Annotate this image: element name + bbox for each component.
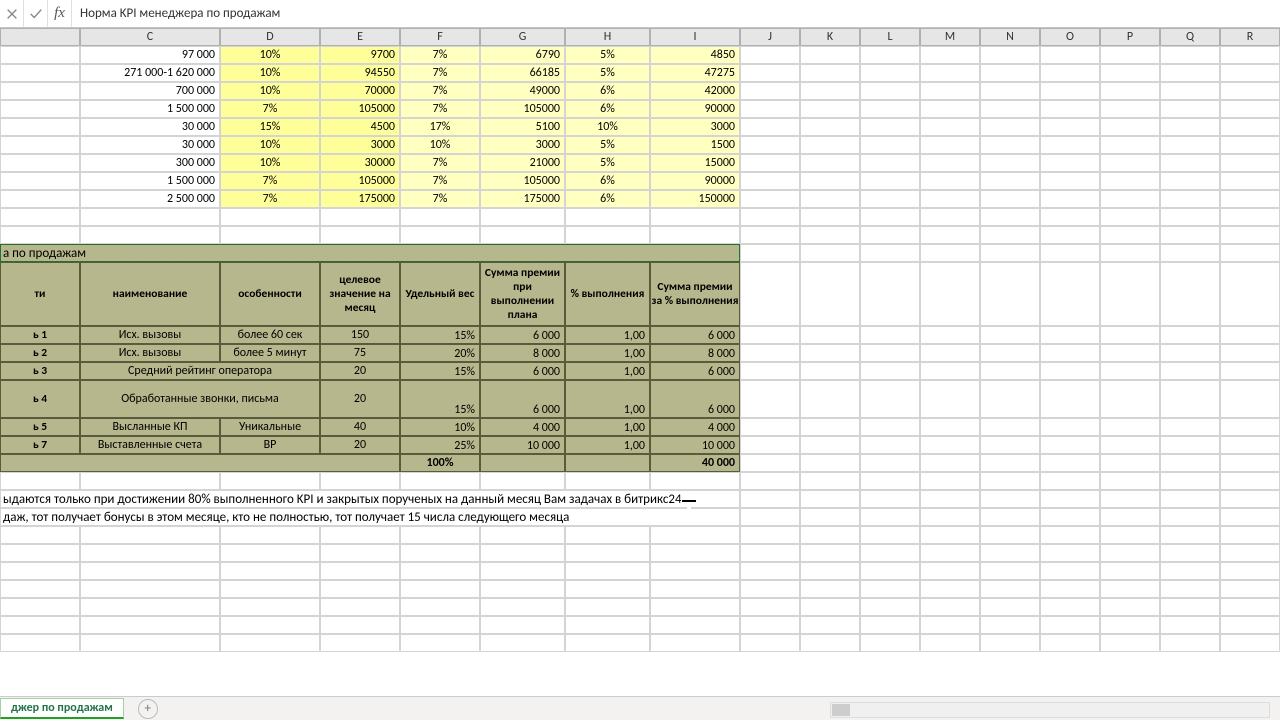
- horizontal-scrollbar[interactable]: [830, 702, 1270, 718]
- formula-bar: fx Норма KPI менеджера по продажам: [0, 0, 1280, 28]
- fx-icon[interactable]: fx: [48, 0, 72, 27]
- formula-input[interactable]: Норма KPI менеджера по продажам: [72, 6, 1280, 21]
- sheet-tab-bar: джер по продажам +: [0, 696, 1280, 720]
- kpi-header-row[interactable]: тинаименованиеособенностицелевое значени…: [0, 262, 1280, 326]
- spreadsheet-area[interactable]: CDEFGHIJKLMNOPQR97 00010%97007%67905%485…: [0, 28, 1280, 652]
- note-row[interactable]: ыдаются только при достижении 80% выполн…: [0, 490, 1280, 508]
- kpi-title-row[interactable]: а по продажам: [0, 244, 1280, 262]
- kpi-row[interactable]: ь 1Исх. вызовыболее 60 сек15015%6 0001,0…: [0, 326, 1280, 344]
- column-headers[interactable]: CDEFGHIJKLMNOPQR: [0, 28, 1280, 46]
- kpi-row[interactable]: ь 7Выставленные счетаВР2025%10 0001,0010…: [0, 436, 1280, 454]
- kpi-row[interactable]: ь 5Высланные КПУникальные4010%4 0001,004…: [0, 418, 1280, 436]
- data-row[interactable]: 271 000-1 620 00010%945507%661855%47275: [0, 64, 1280, 82]
- kpi-row[interactable]: ь 2Исх. вызовыболее 5 минут7520%8 0001,0…: [0, 344, 1280, 362]
- kpi-total-row[interactable]: 100%40 000: [0, 454, 1280, 472]
- grid[interactable]: CDEFGHIJKLMNOPQR97 00010%97007%67905%485…: [0, 28, 1280, 652]
- kpi-row[interactable]: ь 4Обработанные звонки, письма2015%6 000…: [0, 380, 1280, 418]
- data-row[interactable]: 30 00010%300010%30005%1500: [0, 136, 1280, 154]
- data-row[interactable]: 300 00010%300007%210005%15000: [0, 154, 1280, 172]
- note-row[interactable]: даж, тот получает бонусы в этом месяце, …: [0, 508, 1280, 526]
- data-row[interactable]: 97 00010%97007%67905%4850: [0, 46, 1280, 64]
- data-row[interactable]: 2 500 0007%1750007%1750006%150000: [0, 190, 1280, 208]
- data-row[interactable]: 1 500 0007%1050007%1050006%90000: [0, 100, 1280, 118]
- sheet-tab-active[interactable]: джер по продажам: [0, 698, 124, 719]
- add-sheet-icon[interactable]: +: [138, 699, 158, 719]
- data-row[interactable]: 30 00015%450017%510010%3000: [0, 118, 1280, 136]
- data-row[interactable]: 700 00010%700007%490006%42000: [0, 82, 1280, 100]
- kpi-row[interactable]: ь 3Средний рейтинг оператора2015%6 0001,…: [0, 362, 1280, 380]
- data-row[interactable]: 1 500 0007%1050007%1050006%90000: [0, 172, 1280, 190]
- formula-accept-icon[interactable]: [24, 0, 48, 27]
- formula-cancel-icon[interactable]: [0, 0, 24, 27]
